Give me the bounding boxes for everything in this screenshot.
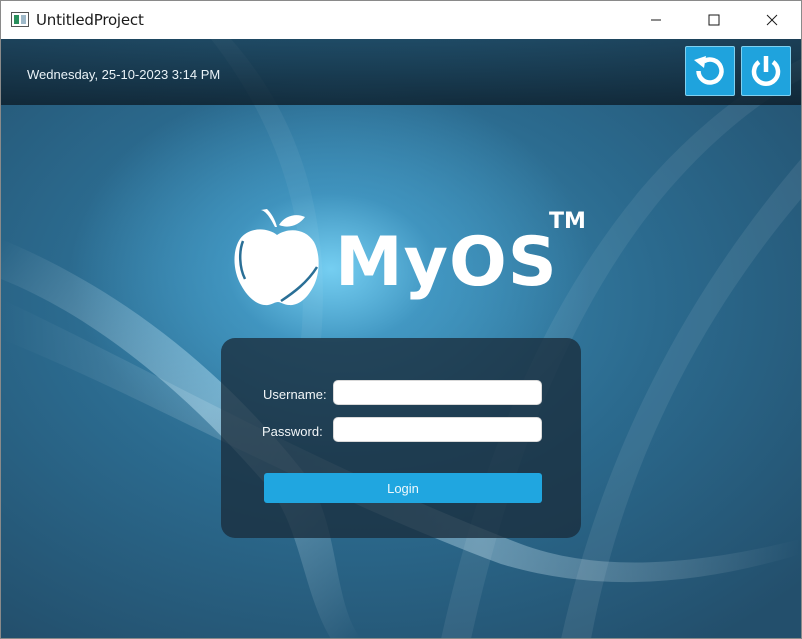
minimize-button[interactable] xyxy=(627,1,685,39)
maximize-button[interactable] xyxy=(685,1,743,39)
title-bar[interactable]: UntitledProject xyxy=(1,1,801,39)
login-button[interactable]: Login xyxy=(264,473,542,503)
app-icon xyxy=(11,12,29,27)
trademark-mark: TM xyxy=(549,209,586,234)
username-input[interactable] xyxy=(333,380,542,405)
refresh-icon xyxy=(694,56,724,85)
maximize-icon xyxy=(708,14,720,26)
power-icon xyxy=(751,56,781,86)
login-panel: Username: Password: Login xyxy=(221,338,581,538)
logo-text: MyOS xyxy=(335,223,558,302)
minimize-icon xyxy=(651,19,661,21)
datetime-label: Wednesday, 25-10-2023 3:14 PM xyxy=(27,67,221,82)
desktop-background: Wednesday, 25-10-2023 3:14 PM MyOS TM Us… xyxy=(1,39,801,638)
close-icon xyxy=(766,14,778,26)
os-logo: MyOS TM xyxy=(231,209,591,309)
refresh-button[interactable] xyxy=(685,46,735,96)
app-window: UntitledProject Wednesday, 25-10-2023 3:… xyxy=(0,0,802,639)
username-label: Username: xyxy=(263,387,327,402)
close-button[interactable] xyxy=(743,1,801,39)
apple-icon xyxy=(234,209,319,306)
password-label: Password: xyxy=(262,424,323,439)
window-title: UntitledProject xyxy=(36,11,144,29)
top-bar: Wednesday, 25-10-2023 3:14 PM xyxy=(1,39,801,105)
power-button[interactable] xyxy=(741,46,791,96)
password-input[interactable] xyxy=(333,417,542,442)
